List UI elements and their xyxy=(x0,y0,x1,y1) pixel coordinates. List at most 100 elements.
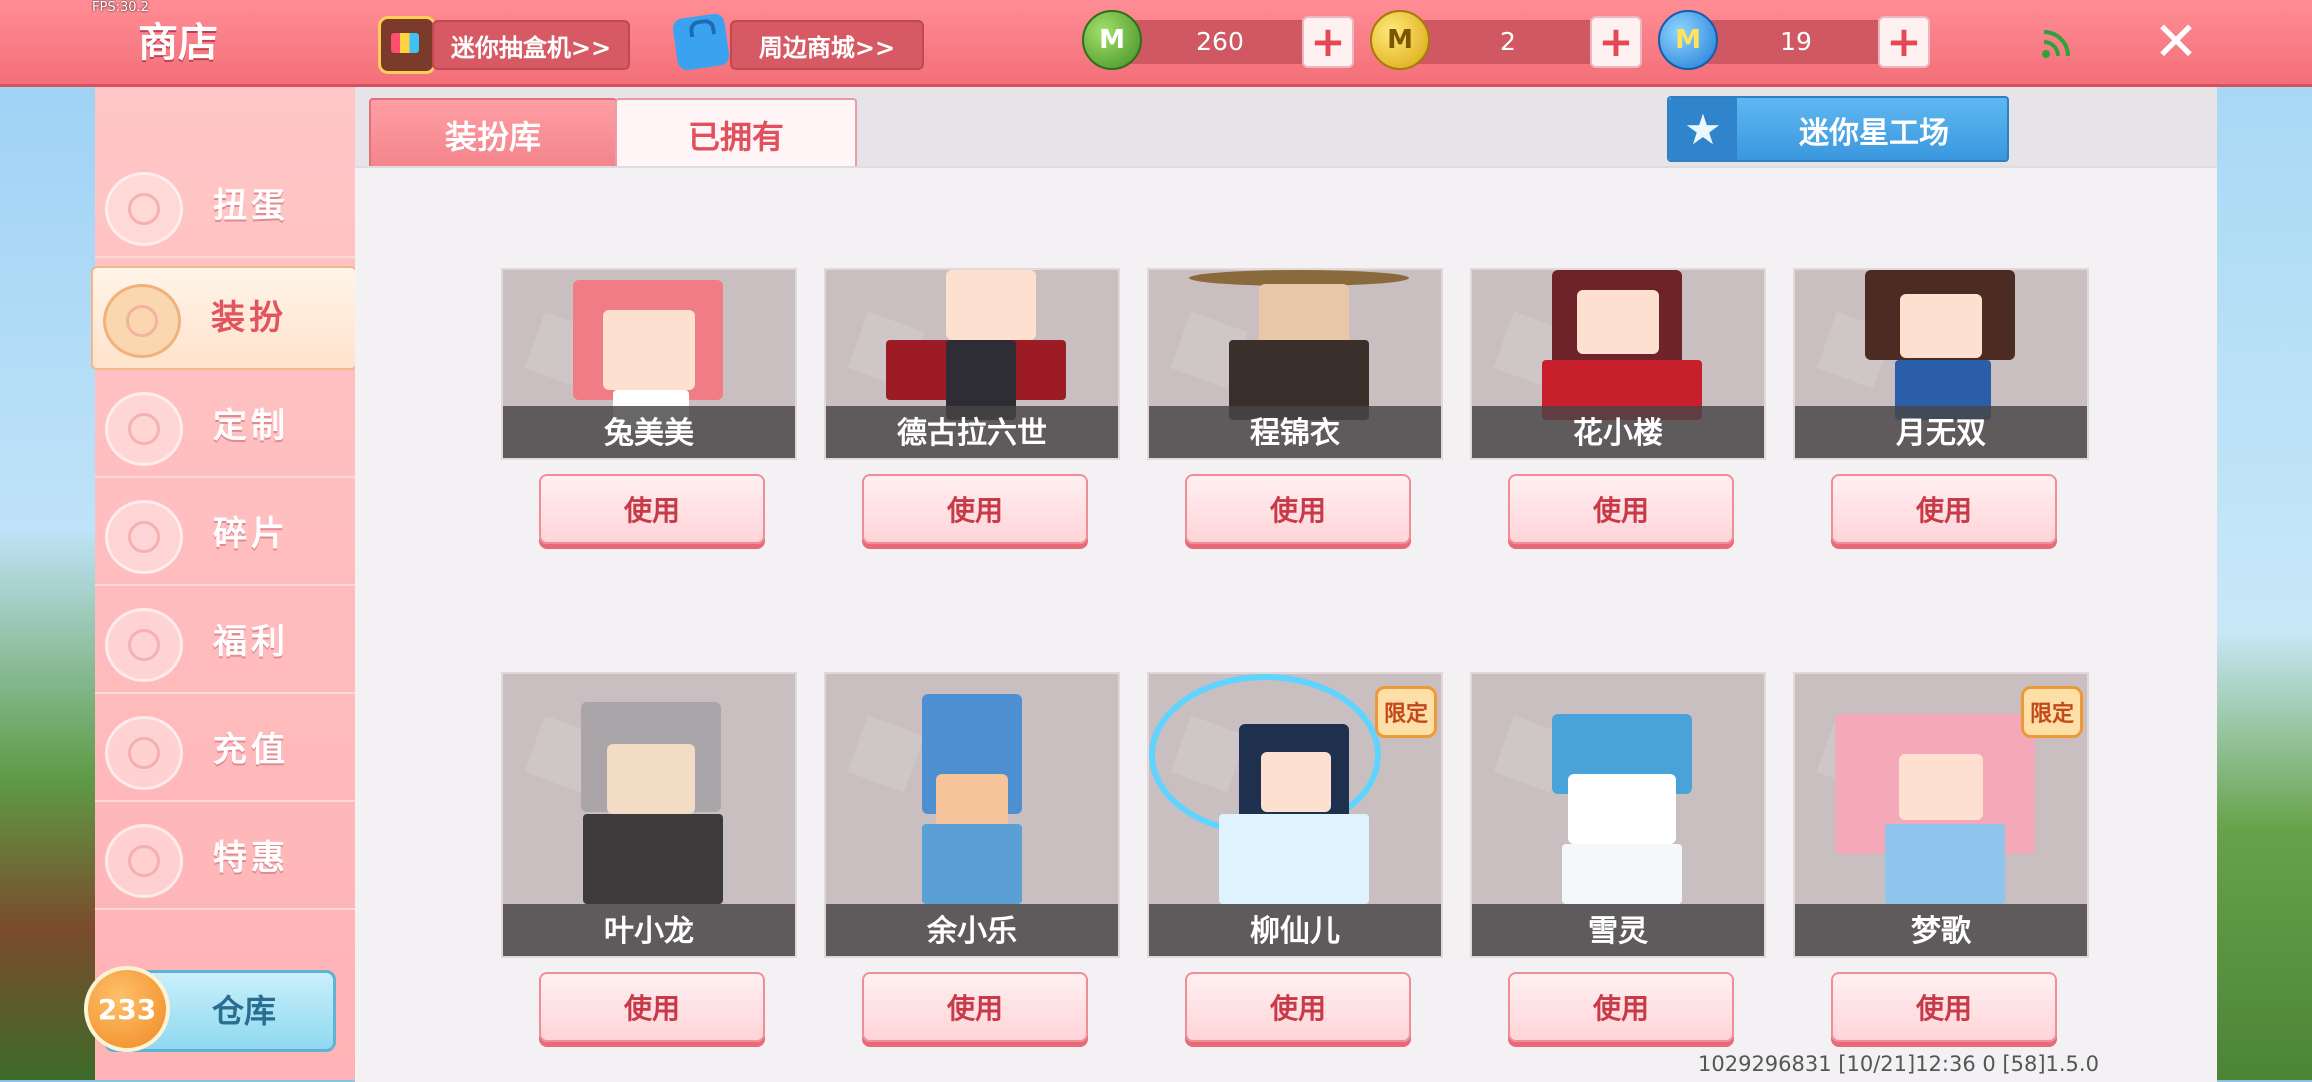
green-mini-bean-icon: M xyxy=(1082,10,1142,70)
skin-name: 月无双 xyxy=(1896,416,1986,451)
main-panel: 装扮库 已拥有 ★ 迷你星工场 兔美美 德古拉六世 程锦衣 花小楼 月无双 使用… xyxy=(355,84,2217,1082)
sidebar-item-label: 定制 xyxy=(213,406,289,446)
skin-card[interactable]: 限定 柳仙儿 xyxy=(1147,672,1443,958)
character-face xyxy=(1899,754,1983,820)
build-info-footer: 1029296831 [10/21]12:36 0 [58]1.5.0 xyxy=(1698,1052,2099,1076)
blue-mini-coin-icon: M xyxy=(1658,10,1718,70)
tab-outfit-library[interactable]: 装扮库 xyxy=(369,98,617,172)
signal-icon xyxy=(2042,30,2070,58)
sidebar-item-label: 扭蛋 xyxy=(213,186,289,226)
coin-stack-icon xyxy=(105,716,183,790)
sidebar-item-custom[interactable]: 定制 xyxy=(95,376,355,478)
gold-coin-icon: M xyxy=(1370,10,1430,70)
use-button[interactable]: 使用 xyxy=(1831,474,2057,544)
skin-name: 程锦衣 xyxy=(1250,416,1340,451)
character-face xyxy=(607,744,695,814)
character-face xyxy=(1568,774,1676,844)
character-body xyxy=(1885,824,2005,904)
skin-name: 雪灵 xyxy=(1588,914,1648,949)
add-gold-currency-button[interactable]: + xyxy=(1590,16,1642,68)
add-green-currency-button[interactable]: + xyxy=(1302,16,1354,68)
currency-value-gold: 2 xyxy=(1500,27,1516,56)
skin-card[interactable]: 叶小龙 xyxy=(501,672,797,958)
warehouse-count-badge: 233 xyxy=(84,966,170,1052)
mini-workshop-button[interactable]: ★ 迷你星工场 xyxy=(1667,96,2009,162)
close-icon[interactable]: ✕ xyxy=(2148,14,2204,70)
skin-name: 柳仙儿 xyxy=(1250,914,1340,949)
character-body xyxy=(583,814,723,904)
top-bar: 商店 迷你抽盒机>> 周边商城>> M 260 + M 2 + M 19 + ✕ xyxy=(0,0,2312,87)
character-face xyxy=(1259,284,1349,344)
merch-mall-link[interactable]: 周边商城>> xyxy=(730,20,924,70)
currency-value-green: 260 xyxy=(1196,27,1244,56)
character-face xyxy=(936,774,1008,830)
blind-box-link[interactable]: 迷你抽盒机>> xyxy=(432,20,630,70)
sidebar: 扭蛋 装扮 定制 碎片 福利 充值 特惠 xyxy=(91,86,357,1080)
sidebar-item-label: 充值 xyxy=(213,730,289,770)
limited-badge: 限定 xyxy=(2021,686,2083,738)
skin-name: 叶小龙 xyxy=(604,914,694,949)
capsule-icon xyxy=(105,172,183,246)
skin-card[interactable]: 余小乐 xyxy=(824,672,1120,958)
use-button[interactable]: 使用 xyxy=(539,474,765,544)
tshirt-icon xyxy=(103,284,181,358)
skin-grid: 兔美美 德古拉六世 程锦衣 花小楼 月无双 使用 使用 使用 使用 使用 叶小龙… xyxy=(355,166,2217,1082)
sidebar-item-label: 碎片 xyxy=(213,514,289,554)
character-face xyxy=(603,310,695,390)
use-button[interactable]: 使用 xyxy=(1831,972,2057,1042)
blind-box-icon[interactable] xyxy=(378,16,436,74)
character-body xyxy=(922,824,1022,904)
shopping-bag-icon[interactable] xyxy=(671,12,731,72)
sidebar-item-welfare[interactable]: 福利 xyxy=(95,592,355,694)
fragment-icon xyxy=(105,500,183,574)
use-button[interactable]: 使用 xyxy=(1185,474,1411,544)
skin-card[interactable]: 程锦衣 xyxy=(1147,268,1443,460)
fps-counter: FPS:30.2 xyxy=(92,0,149,15)
skin-card[interactable]: 花小楼 xyxy=(1470,268,1766,460)
skin-name: 余小乐 xyxy=(927,914,1017,949)
gift-icon xyxy=(105,608,183,682)
star-icon: ★ xyxy=(1669,98,1737,160)
warehouse-button[interactable]: 仓库 233 xyxy=(84,966,342,1052)
skin-card[interactable]: 雪灵 xyxy=(1470,672,1766,958)
sidebar-item-capsule[interactable]: 扭蛋 xyxy=(95,156,355,258)
sidebar-item-fragments[interactable]: 碎片 xyxy=(95,484,355,586)
skin-card[interactable]: 月无双 xyxy=(1793,268,2089,460)
skin-card[interactable]: 限定 梦歌 xyxy=(1793,672,2089,958)
skin-name: 兔美美 xyxy=(604,416,694,451)
discount-box-icon xyxy=(105,824,183,898)
skin-name: 花小楼 xyxy=(1573,416,1663,451)
currency-value-blue: 19 xyxy=(1780,27,1812,56)
character-face xyxy=(1577,290,1659,354)
limited-badge: 限定 xyxy=(1375,686,1437,738)
pencil-icon xyxy=(105,392,183,466)
workshop-label: 迷你星工场 xyxy=(1799,116,1949,151)
background-scenery-left xyxy=(0,80,100,1080)
skin-name: 梦歌 xyxy=(1911,914,1971,949)
sidebar-item-label: 福利 xyxy=(213,622,289,662)
sidebar-item-recharge[interactable]: 充值 xyxy=(95,700,355,802)
character-body xyxy=(1219,814,1369,904)
sidebar-item-label: 装扮 xyxy=(211,298,287,338)
skin-name: 德古拉六世 xyxy=(897,416,1047,451)
add-blue-currency-button[interactable]: + xyxy=(1878,16,1930,68)
skin-card[interactable]: 兔美美 xyxy=(501,268,797,460)
warehouse-label: 仓库 xyxy=(212,992,277,1030)
use-button[interactable]: 使用 xyxy=(1185,972,1411,1042)
use-button[interactable]: 使用 xyxy=(862,474,1088,544)
background-scenery-right xyxy=(2212,80,2312,1080)
use-button[interactable]: 使用 xyxy=(862,972,1088,1042)
tab-owned[interactable]: 已拥有 xyxy=(615,98,857,172)
sidebar-item-label: 特惠 xyxy=(213,838,289,878)
skin-card[interactable]: 德古拉六世 xyxy=(824,268,1120,460)
use-button[interactable]: 使用 xyxy=(1508,474,1734,544)
character-body xyxy=(1562,844,1682,904)
sidebar-item-discount[interactable]: 特惠 xyxy=(95,808,355,910)
use-button[interactable]: 使用 xyxy=(1508,972,1734,1042)
character-face xyxy=(946,270,1036,340)
character-face xyxy=(1900,294,1982,358)
character-face xyxy=(1261,752,1331,812)
sidebar-item-outfit[interactable]: 装扮 xyxy=(91,266,357,370)
page-title: 商店 xyxy=(138,20,218,66)
use-button[interactable]: 使用 xyxy=(539,972,765,1042)
